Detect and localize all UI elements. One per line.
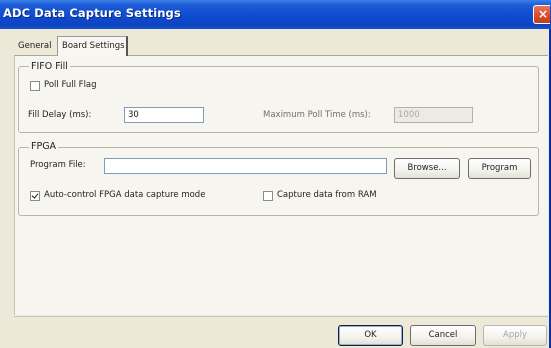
fill-delay-input[interactable]: 30 [124,107,204,123]
program-file-input[interactable] [104,158,387,174]
capture-ram-checkbox[interactable] [263,191,273,201]
ok-button[interactable]: OK [338,325,403,346]
poll-full-flag-label: Poll Full Flag [44,80,97,90]
tab-board-settings[interactable]: Board Settings [57,36,128,56]
fifo-fill-legend: FIFO Fill [29,61,70,72]
close-icon: × [537,7,549,21]
auto-control-label: Auto-control FPGA data capture mode [44,190,206,200]
max-poll-time-label: Maximum Poll Time (ms): [263,110,371,120]
browse-button[interactable]: Browse... [394,158,460,179]
fill-delay-label: Fill Delay (ms): [28,110,92,120]
title-bar[interactable]: ADC Data Capture Settings × [0,0,551,29]
window-title: ADC Data Capture Settings [3,6,181,20]
dialog-window: ADC Data Capture Settings × General Boar… [0,0,551,348]
program-file-label: Program File: [30,160,86,170]
capture-ram-label: Capture data from RAM [277,190,377,200]
tab-board-settings-label: Board Settings [62,41,125,51]
fpga-legend: FPGA [29,141,59,152]
auto-control-checkbox[interactable] [30,191,40,201]
program-button[interactable]: Program [468,158,531,179]
footer-separator [14,316,548,317]
max-poll-time-input[interactable]: 1000 [394,107,473,123]
poll-full-flag-checkbox[interactable] [30,81,40,91]
close-button[interactable]: × [533,5,550,24]
tab-general[interactable]: General [18,38,58,55]
tab-general-label: General [18,41,52,51]
apply-button[interactable]: Apply [483,325,547,346]
cancel-button[interactable]: Cancel [410,325,476,346]
